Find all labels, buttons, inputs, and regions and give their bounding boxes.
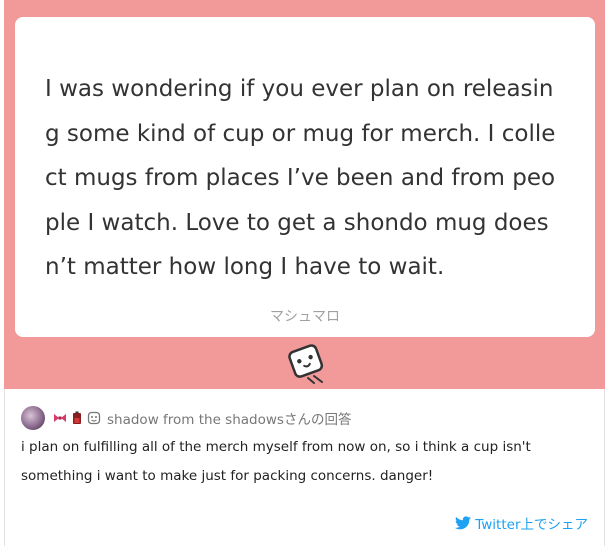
face-icon [87, 411, 101, 425]
twitter-share-link[interactable]: Twitter上でシェア [455, 513, 588, 533]
question-panel: I was wondering if you ever plan on rele… [4, 0, 605, 389]
twitter-bird-icon [455, 516, 472, 530]
author-name[interactable]: shadow from the shadowsさんの回答 [107, 408, 351, 428]
share-label: Twitter上でシェア [475, 517, 588, 533]
answer-text: i plan on fulfilling all of the merch my… [21, 439, 531, 484]
marshmallow-mascot-icon [288, 344, 324, 384]
question-card: I was wondering if you ever plan on rele… [15, 17, 595, 337]
avatar[interactable] [21, 406, 45, 430]
battery-icon [73, 411, 81, 424]
ribbon-icon [54, 414, 66, 422]
question-text: I was wondering if you ever plan on rele… [45, 76, 556, 280]
author-row: shadow from the shadowsさんの回答 [21, 405, 351, 431]
answer-panel: shadow from the shadowsさんの回答 i plan on f… [4, 389, 605, 546]
brand-label: マシュマロ [270, 309, 340, 325]
